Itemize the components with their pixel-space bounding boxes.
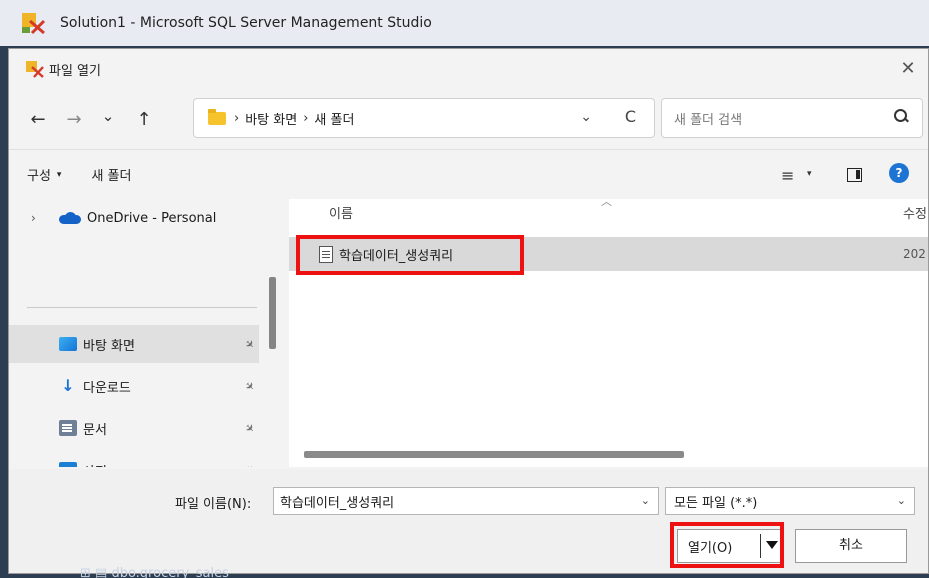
filename-label: 파일 이름(N): bbox=[175, 497, 252, 512]
dialog-title-bar: 파일 열기 bbox=[9, 49, 928, 89]
sidebar-item-label: OneDrive - Personal bbox=[87, 210, 217, 226]
file-type-select[interactable]: 모든 파일 (*.*) ⌄ bbox=[665, 487, 915, 515]
view-chevron-down-icon[interactable]: ▾ bbox=[807, 169, 812, 179]
preview-pane-icon[interactable] bbox=[847, 168, 862, 182]
expand-chevron-icon[interactable]: › bbox=[31, 211, 36, 225]
search-icon[interactable] bbox=[894, 109, 910, 125]
desktop-icon bbox=[59, 337, 77, 351]
filename-input[interactable]: 학습데이터_생성쿼리 ⌄ bbox=[273, 487, 659, 515]
organize-label: 구성 bbox=[27, 169, 51, 184]
folder-icon bbox=[208, 108, 226, 125]
navigation-bar: ← → ⌄ ↑ › 바탕 화면 › 새 폴더 ⌄ C 새 폴더 검색 bbox=[9, 89, 928, 149]
pictures-icon bbox=[59, 462, 77, 467]
dialog-app-icon bbox=[25, 60, 45, 78]
forward-arrow-icon[interactable]: → bbox=[59, 104, 89, 134]
back-arrow-icon[interactable]: ← bbox=[23, 104, 53, 134]
background-object-explorer-item: ⊞ ▤ dbo.grocery_sales bbox=[80, 566, 229, 578]
highlight-box-open-button bbox=[670, 522, 784, 568]
search-placeholder: 새 폴더 검색 bbox=[674, 112, 743, 128]
navigation-pane: › OneDrive - Personal 바탕 화면 ✈ ↓ 다운로드 ✈ 문… bbox=[9, 199, 287, 467]
sidebar-item-label: 다운로드 bbox=[83, 380, 131, 396]
view-options-icon[interactable]: ≡ bbox=[781, 166, 794, 185]
sidebar-item-label: 바탕 화면 bbox=[83, 338, 135, 354]
pin-icon[interactable]: ✈ bbox=[242, 420, 258, 436]
pin-icon[interactable]: ✈ bbox=[242, 336, 258, 352]
new-folder-button[interactable]: 새 폴더 bbox=[91, 165, 131, 184]
sidebar-item-label: 문서 bbox=[83, 422, 107, 438]
search-box[interactable]: 새 폴더 검색 bbox=[661, 98, 923, 138]
documents-icon bbox=[59, 420, 77, 436]
sidebar-item-pictures[interactable]: 사진 ✈ bbox=[9, 451, 259, 467]
command-bar: 구성 ▾ 새 폴더 ≡ ▾ ? bbox=[9, 149, 928, 199]
navigation-scrollbar[interactable] bbox=[269, 277, 276, 349]
window-title: Solution1 - Microsoft SQL Server Managem… bbox=[60, 15, 432, 31]
up-arrow-icon[interactable]: ↑ bbox=[129, 104, 159, 134]
sidebar-item-desktop[interactable]: 바탕 화면 ✈ bbox=[9, 325, 259, 363]
breadcrumb-new-folder[interactable]: 새 폴더 bbox=[314, 109, 354, 128]
column-header-date[interactable]: 수정 bbox=[903, 203, 927, 222]
breadcrumb-separator: › bbox=[234, 110, 240, 126]
sidebar-item-onedrive[interactable]: › OneDrive - Personal bbox=[9, 199, 259, 237]
chevron-down-icon[interactable]: ⌄ bbox=[641, 494, 650, 507]
chevron-down-icon[interactable]: ⌄ bbox=[897, 494, 906, 507]
breadcrumb-desktop[interactable]: 바탕 화면 bbox=[245, 109, 297, 128]
breadcrumb-separator: › bbox=[303, 110, 309, 126]
cancel-button[interactable]: 취소 bbox=[795, 529, 907, 563]
address-bar[interactable]: › 바탕 화면 › 새 폴더 ⌄ C bbox=[193, 98, 655, 138]
address-history-chevron-icon[interactable]: ⌄ bbox=[580, 109, 592, 125]
refresh-icon[interactable]: C bbox=[625, 107, 636, 126]
chevron-down-icon: ▾ bbox=[56, 169, 62, 180]
ssms-app-icon bbox=[20, 11, 46, 35]
dialog-title: 파일 열기 bbox=[49, 63, 101, 79]
close-icon[interactable]: ✕ bbox=[898, 59, 918, 79]
sidebar-item-documents[interactable]: 문서 ✈ bbox=[9, 409, 259, 447]
divider bbox=[27, 307, 257, 308]
cloud-icon bbox=[59, 212, 81, 224]
sidebar-item-label: 사진 bbox=[83, 461, 107, 468]
open-file-dialog: 파일 열기 ✕ ← → ⌄ ↑ › 바탕 화면 › 새 폴더 ⌄ C 새 폴더 … bbox=[8, 48, 929, 574]
column-header-name[interactable]: 이름 bbox=[329, 203, 353, 222]
recent-locations-chevron-icon[interactable]: ⌄ bbox=[93, 101, 123, 131]
sidebar-item-downloads[interactable]: ↓ 다운로드 ✈ bbox=[9, 367, 259, 405]
ssms-title-bar: Solution1 - Microsoft SQL Server Managem… bbox=[0, 0, 929, 46]
filename-value: 학습데이터_생성쿼리 bbox=[280, 495, 395, 511]
dialog-footer: 파일 이름(N): 학습데이터_생성쿼리 ⌄ 모든 파일 (*.*) ⌄ 열기(… bbox=[9, 469, 928, 573]
highlight-box-file bbox=[296, 235, 524, 275]
sort-ascending-icon: ︿ bbox=[601, 199, 612, 208]
pin-icon[interactable]: ✈ bbox=[242, 462, 258, 467]
file-type-value: 모든 파일 (*.*) bbox=[674, 495, 758, 511]
file-list-horizontal-scrollbar[interactable] bbox=[304, 451, 684, 458]
help-icon[interactable]: ? bbox=[889, 163, 909, 183]
organize-button[interactable]: 구성 ▾ bbox=[27, 165, 61, 184]
pin-icon[interactable]: ✈ bbox=[242, 378, 258, 394]
download-icon: ↓ bbox=[61, 376, 75, 395]
file-modified-date: 202 bbox=[903, 247, 926, 261]
